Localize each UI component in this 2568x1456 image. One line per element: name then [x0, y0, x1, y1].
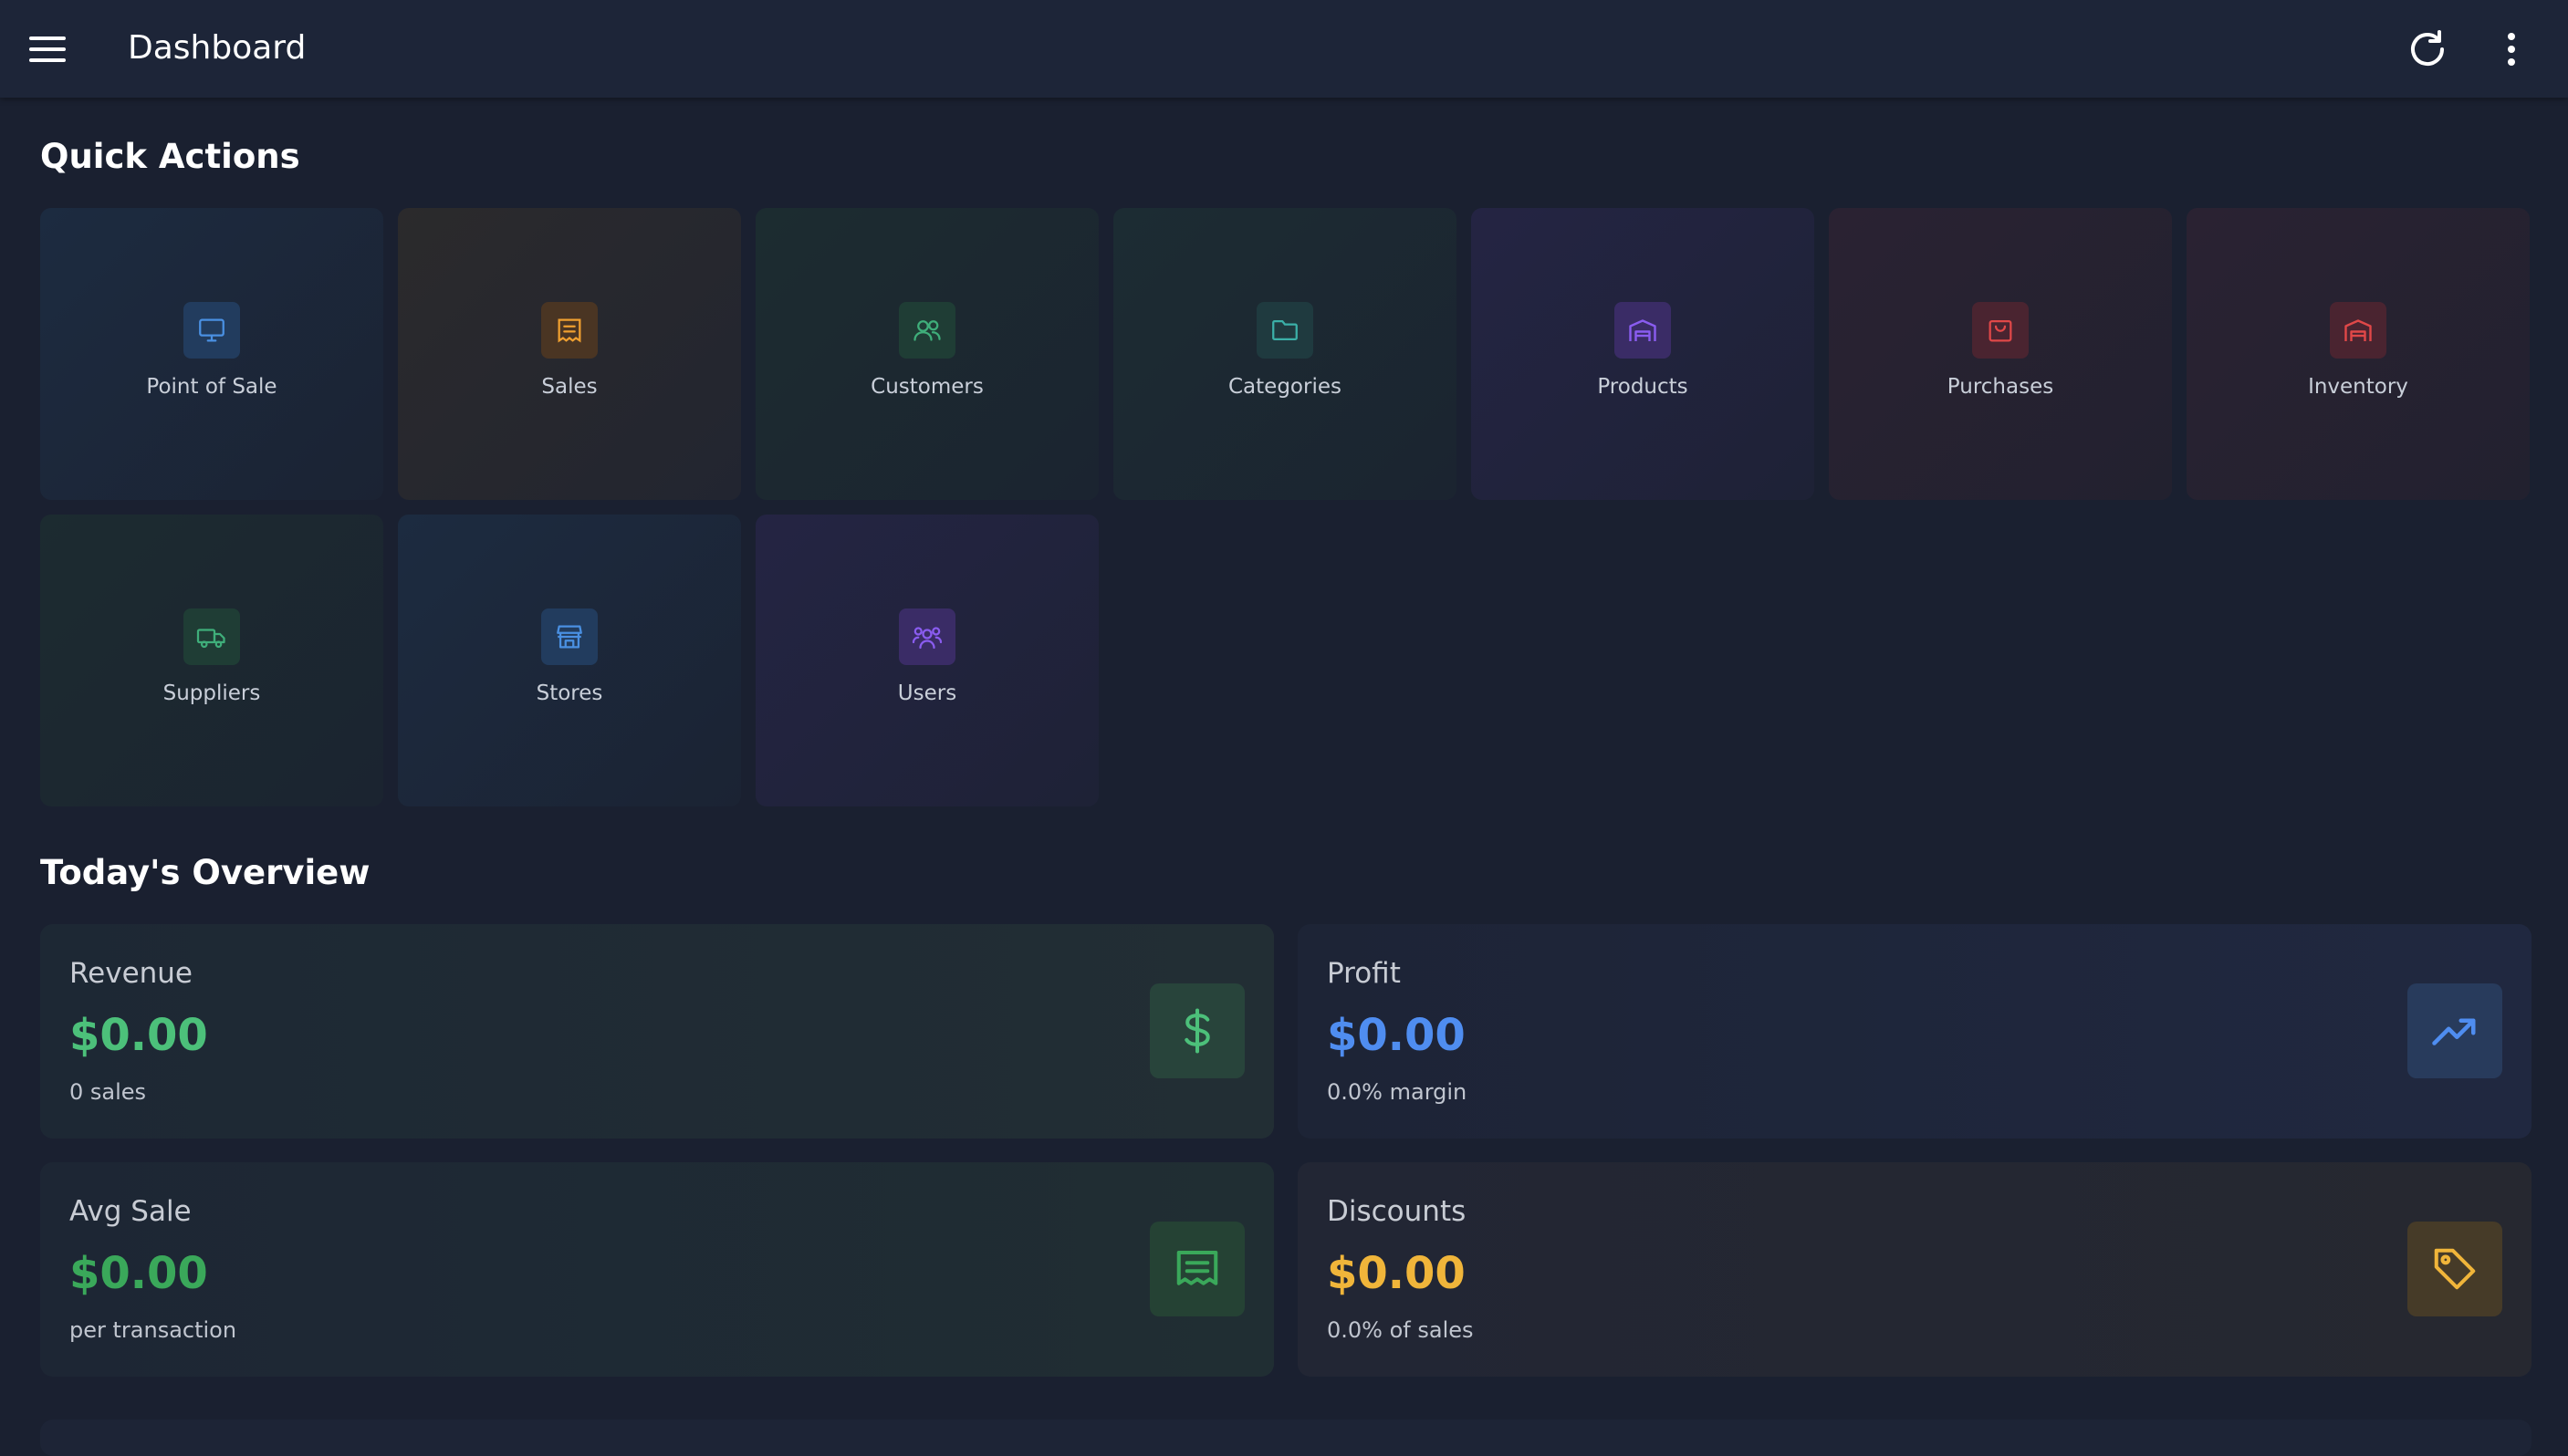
- profit-value: $0.00: [1327, 1010, 1466, 1061]
- discounts-value: $0.00: [1327, 1248, 1466, 1299]
- dollar-icon: [1185, 1008, 1210, 1054]
- more-options-button[interactable]: [2484, 22, 2539, 77]
- warehouse-icon: [2344, 319, 2372, 341]
- users-icon: [913, 320, 941, 341]
- tile-sales[interactable]: Sales: [398, 208, 741, 500]
- store-icon: [557, 625, 582, 649]
- card-label: Avg Sale: [69, 1195, 192, 1228]
- tile-label: Categories: [1228, 375, 1341, 399]
- overview-title: Today's Overview: [40, 853, 371, 892]
- tile-label: Purchases: [1947, 375, 2054, 399]
- truck-icon: [196, 629, 225, 649]
- tile-users[interactable]: Users: [756, 515, 1099, 806]
- tile-customers[interactable]: Customers: [756, 208, 1099, 500]
- app-bar: Dashboard: [0, 0, 2568, 98]
- quick-actions-title: Quick Actions: [40, 137, 300, 176]
- shopping-bag-icon: [1989, 319, 2012, 342]
- discounts-card: Discounts $0.00 0.0% of sales: [1298, 1162, 2531, 1377]
- user-group-icon: [912, 627, 943, 650]
- tile-label: Products: [1597, 375, 1688, 399]
- avg-sale-value: $0.00: [69, 1248, 208, 1299]
- refresh-button[interactable]: [2400, 22, 2455, 77]
- folder-icon: [1272, 319, 1298, 341]
- revenue-card: Revenue $0.00 0 sales: [40, 924, 1274, 1139]
- tile-label: Point of Sale: [146, 375, 277, 399]
- revenue-value: $0.00: [69, 1010, 208, 1061]
- tile-inventory[interactable]: Inventory: [2187, 208, 2530, 500]
- card-label: Discounts: [1327, 1195, 1467, 1228]
- receipt-icon: [558, 318, 581, 343]
- receipt-icon: [1176, 1250, 1218, 1285]
- more-vertical-icon: [2508, 33, 2515, 66]
- tile-label: Suppliers: [162, 681, 261, 705]
- tile-products[interactable]: Products: [1471, 208, 1814, 500]
- page-title: Dashboard: [128, 29, 307, 67]
- tag-icon: [2434, 1248, 2476, 1290]
- tile-suppliers[interactable]: Suppliers: [40, 515, 383, 806]
- refresh-icon: [2411, 30, 2444, 66]
- tile-label: Sales: [541, 375, 598, 399]
- tile-label: Stores: [536, 681, 603, 705]
- profit-card: Profit $0.00 0.0% margin: [1298, 924, 2531, 1139]
- tile-purchases[interactable]: Purchases: [1829, 208, 2172, 500]
- tile-point-of-sale[interactable]: Point of Sale: [40, 208, 383, 500]
- overview-cards: Revenue $0.00 0 sales Profit $0.00 0.0% …: [40, 924, 2531, 1377]
- tile-categories[interactable]: Categories: [1113, 208, 1456, 500]
- card-subtitle: per transaction: [69, 1317, 237, 1343]
- card-subtitle: 0.0% of sales: [1327, 1317, 1474, 1343]
- hamburger-menu-icon: [29, 36, 66, 62]
- card-subtitle: 0.0% margin: [1327, 1079, 1467, 1105]
- tile-label: Customers: [871, 375, 984, 399]
- card-subtitle: 0 sales: [69, 1079, 147, 1105]
- tile-stores[interactable]: Stores: [398, 515, 741, 806]
- warehouse-icon: [1629, 319, 1656, 341]
- quick-actions-grid: Point of Sale Sales Customers Categories: [40, 208, 2531, 806]
- tile-label: Inventory: [2308, 375, 2408, 399]
- trending-up-icon: [2432, 1018, 2476, 1045]
- tile-label: Users: [897, 681, 957, 705]
- card-label: Revenue: [69, 957, 193, 990]
- avg-sale-card: Avg Sale $0.00 per transaction: [40, 1162, 1274, 1377]
- card-label: Profit: [1327, 957, 1401, 990]
- bottom-section-card: [40, 1420, 2531, 1456]
- menu-button[interactable]: [22, 24, 73, 75]
- monitor-icon: [199, 318, 224, 342]
